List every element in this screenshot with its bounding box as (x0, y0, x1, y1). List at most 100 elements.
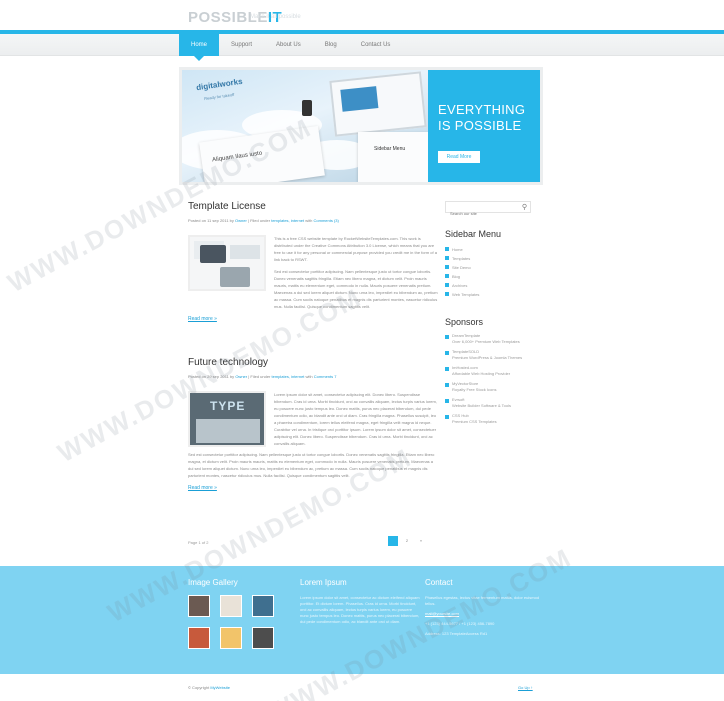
copyright-link[interactable]: MyWebsite (210, 685, 230, 690)
go-up-link[interactable]: Go Up ↑ (518, 685, 533, 690)
contact-title: Contact (425, 578, 453, 587)
sponsor-name[interactable]: ImHosted.com (452, 365, 478, 370)
post-text-2: Sed est consectetur porttitor adipiscing… (188, 452, 435, 478)
hero-image-logo: digitalworks (195, 76, 244, 93)
sponsor-name[interactable]: CSS Hub (452, 413, 469, 418)
read-more-link[interactable]: Read more » (188, 316, 438, 322)
sidebar-item-archives[interactable]: Archives (445, 281, 535, 290)
sponsors-list: DreamTemplate Over 6,000+ Premium Web Tem… (445, 333, 535, 429)
header: POSSIBLEIT Make it all possible (0, 0, 724, 34)
post-meta-prefix: Posted on 11 sep 2011 by (188, 218, 234, 223)
search-input[interactable] (446, 208, 516, 219)
page-label: Page 1 of 2 (188, 540, 209, 545)
footer-gallery: Image Gallery (188, 578, 274, 649)
post-author-link[interactable]: Owner (235, 218, 247, 223)
nav-about-us[interactable]: About Us (264, 34, 313, 56)
contact-email-link[interactable]: mail@yoursite.com (425, 611, 459, 616)
hero-image-sub: Ready for takeoff (203, 91, 235, 102)
sponsor-name[interactable]: DreamTemplate (452, 333, 480, 338)
post-body: TYPE Lorem ipsum dolor sit amet, consect… (188, 391, 438, 447)
page-numbers: 1 2 » (388, 536, 426, 546)
hero-image-menu: Sidebar Menu (374, 146, 406, 152)
sponsor-desc: Website Builder Software & Tools (452, 403, 511, 408)
search-box: ⚲ (445, 201, 531, 219)
post-meta-prefix: Posted on 29 sep 2011 by (188, 374, 235, 379)
sidebar-menu-title: Sidebar Menu (445, 229, 502, 239)
post-thumbnail[interactable]: TYPE (188, 391, 266, 447)
hero-read-more-button[interactable]: Read More (438, 151, 480, 163)
contact-address: Address: 123 TemplateAccess Rd1 (425, 631, 488, 636)
lorem-title: Lorem Ipsum (300, 578, 347, 587)
nav-blog[interactable]: Blog (313, 34, 349, 56)
post-comments-link[interactable]: Comments (3) (314, 218, 339, 223)
sidebar-item-home[interactable]: Home (445, 245, 535, 254)
sponsor-desc: Affordable Web Hosting Provider (452, 371, 511, 376)
bottom-bar: © Copyright MyWebsite Go Up ↑ (0, 674, 724, 701)
sponsor-name[interactable]: MyVectorStore (452, 381, 478, 386)
hero-panel: EVERYTHING IS POSSIBLE Read More (428, 70, 540, 182)
post-meta-with: with (305, 374, 313, 379)
sponsor-name[interactable]: TemplateSOLD (452, 349, 479, 354)
lorem-text: Lorem ipsum dolor sit amet, consectetur … (300, 595, 420, 624)
paper-illustration-2 (358, 132, 428, 182)
post-meta: Posted on 11 sep 2011 by Owner | Filed u… (188, 218, 438, 223)
post-tags-link[interactable]: templates, internet (272, 374, 305, 379)
thumbnail-word: TYPE (210, 399, 246, 413)
post-title[interactable]: Template License (188, 201, 438, 212)
post-meta: Posted on 29 sep 2011 by Owner | Filed u… (188, 374, 438, 379)
hero-headline: EVERYTHING IS POSSIBLE (438, 102, 526, 133)
tagline: Make it all possible (250, 14, 301, 20)
sponsor-item[interactable]: TemplateSOLD Premium WordPress & Joomla T… (445, 349, 535, 365)
gallery-thumb[interactable] (252, 627, 274, 649)
nav-home[interactable]: Home (179, 34, 220, 61)
sidebar: ⚲ Sidebar Menu Home Templates Site Demo … (445, 201, 535, 429)
page-2[interactable]: 2 (402, 536, 412, 546)
nav-contact-us[interactable]: Contact Us (349, 34, 403, 56)
post-comments-link[interactable]: Comments 7 (314, 374, 337, 379)
footer-lorem: Lorem Ipsum Lorem ipsum dolor sit amet, … (300, 578, 420, 625)
sponsor-item[interactable]: CSS Hub Premium CSS Templates (445, 413, 535, 429)
phone-illustration (302, 100, 312, 116)
post-tags-link[interactable]: templates, internet (271, 218, 304, 223)
sidebar-menu: Home Templates Site Demo Blog Archives W… (445, 245, 535, 299)
footer-contact: Contact Phasellus egestas, lectus vitae … (425, 578, 545, 641)
gallery-thumb[interactable] (252, 595, 274, 617)
read-more-link[interactable]: Read more » (188, 485, 438, 491)
post-title[interactable]: Future technology (188, 357, 438, 368)
copyright-text: © Copyright (188, 685, 210, 690)
sidebar-item-templates[interactable]: Templates (445, 254, 535, 263)
contact-phone: +1 (123) 444-5677 / +1 (123) 456-7890 (425, 621, 495, 626)
gallery-title: Image Gallery (188, 578, 238, 587)
post-author-link[interactable]: Owner (235, 374, 247, 379)
sponsor-item[interactable]: ImHosted.com Affordable Web Hosting Provi… (445, 365, 535, 381)
sponsor-item[interactable]: MyVectorStore Royalty Free Stock Icons (445, 381, 535, 397)
gallery-thumb[interactable] (220, 595, 242, 617)
tablet-illustration (329, 71, 427, 137)
copyright: © Copyright MyWebsite (188, 685, 230, 690)
sponsor-desc: Over 6,000+ Premium Web Templates (452, 339, 520, 344)
contact-block: Phasellus egestas, lectus vitae fermentu… (425, 595, 545, 637)
gallery-thumb[interactable] (188, 627, 210, 649)
search-icon[interactable]: ⚲ (522, 203, 527, 211)
sidebar-item-web-templates[interactable]: Web Templates (445, 290, 535, 299)
sponsor-desc: Royalty Free Stock Icons (452, 387, 497, 392)
gallery-thumb[interactable] (220, 627, 242, 649)
sponsor-item[interactable]: Evrsoft Website Builder Software & Tools (445, 397, 535, 413)
gallery-thumb[interactable] (188, 595, 210, 617)
post-future-technology: Future technology Posted on 29 sep 2011 … (188, 357, 438, 491)
nav-support[interactable]: Support (219, 34, 264, 56)
sidebar-item-blog[interactable]: Blog (445, 272, 535, 281)
sponsors-title: Sponsors (445, 317, 484, 327)
post-meta-with: with (305, 218, 313, 223)
sponsor-name[interactable]: Evrsoft (452, 397, 464, 402)
contact-text: Phasellus egestas, lectus vitae fermentu… (425, 595, 540, 606)
footer: Image Gallery Lorem Ipsum Lorem ipsum do… (0, 566, 724, 674)
post-thumbnail[interactable] (188, 235, 266, 291)
sponsor-desc: Premium WordPress & Joomla Themes (452, 355, 523, 360)
page-1[interactable]: 1 (388, 536, 398, 546)
sidebar-item-site-demo[interactable]: Site Demo (445, 263, 535, 272)
post-body: This is a free CSS website template by R… (188, 235, 438, 310)
page-next[interactable]: » (416, 536, 426, 546)
sponsor-desc: Premium CSS Templates (452, 419, 497, 424)
sponsor-item[interactable]: DreamTemplate Over 6,000+ Premium Web Tem… (445, 333, 535, 349)
